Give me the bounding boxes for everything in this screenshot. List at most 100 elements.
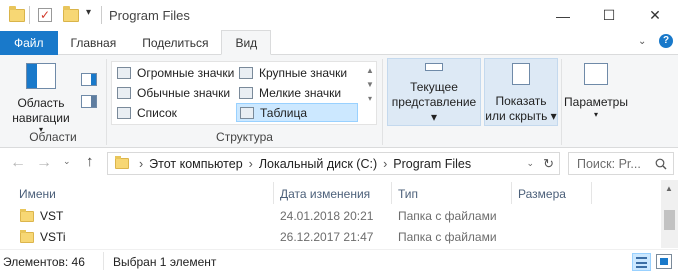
- folder-icon: [9, 6, 25, 22]
- close-button[interactable]: ✕: [632, 0, 678, 31]
- preview-pane-icon[interactable]: [81, 73, 97, 86]
- show-hide-button[interactable]: Показать или скрыть ▾: [484, 58, 558, 126]
- forward-icon[interactable]: →: [36, 154, 52, 172]
- current-view-button[interactable]: Текущее представление ▾: [387, 58, 481, 126]
- breadcrumb-this-pc[interactable]: Этот компьютер: [149, 157, 242, 171]
- breadcrumb-separator-icon: ›: [383, 156, 388, 171]
- minimize-button[interactable]: —: [540, 0, 586, 31]
- address-dropdown-icon[interactable]: ⌄: [526, 158, 534, 169]
- search-input[interactable]: Поиск: Pr...: [568, 152, 674, 175]
- window-title: Program Files: [109, 8, 190, 23]
- layout-extra-large-icons[interactable]: Огромные значки: [114, 63, 237, 82]
- medium-icons-icon: [117, 86, 131, 99]
- tab-share[interactable]: Поделиться: [129, 31, 221, 55]
- column-divider[interactable]: [391, 182, 392, 204]
- title-bar: ✓ ▾ Program Files — ☐ ✕: [0, 0, 678, 31]
- ribbon: Область навигации ▾ Области Огромные зна…: [0, 55, 678, 148]
- current-view-label: Текущее: [410, 80, 458, 94]
- divider: [561, 59, 562, 145]
- layout-details[interactable]: Таблица: [236, 103, 358, 122]
- up-icon[interactable]: ↑: [86, 153, 94, 170]
- details-pane-icon[interactable]: [81, 95, 97, 108]
- navigation-pane-button[interactable]: Область навигации ▾: [5, 63, 77, 134]
- show-hide-label: Показать: [495, 94, 547, 108]
- scrollbar-thumb[interactable]: [664, 210, 675, 230]
- extra-large-icons-icon: [117, 66, 131, 79]
- maximize-button[interactable]: ☐: [586, 0, 632, 31]
- layout-small-icons[interactable]: Мелкие значки: [236, 83, 344, 102]
- tab-file[interactable]: Файл: [0, 30, 58, 55]
- details-view-icon[interactable]: [632, 253, 651, 271]
- search-icon[interactable]: [655, 158, 667, 170]
- file-type: Папка с файлами: [398, 209, 497, 223]
- layout-label: Список: [137, 105, 177, 120]
- column-header-date[interactable]: Дата изменения: [280, 187, 370, 201]
- breadcrumb-separator-icon: ›: [248, 156, 253, 171]
- breadcrumb-separator-icon: ›: [139, 156, 144, 171]
- address-bar[interactable]: › Этот компьютер › Локальный диск (C:) ›…: [107, 152, 560, 175]
- dropdown-arrow-icon: ▾: [593, 110, 598, 119]
- column-divider[interactable]: [511, 182, 512, 204]
- back-icon[interactable]: ←: [10, 154, 26, 172]
- layout-label: Мелкие значки: [259, 85, 342, 100]
- large-icons-view-icon[interactable]: [656, 254, 672, 269]
- group-label-panes: Области: [29, 130, 77, 144]
- new-folder-icon[interactable]: [63, 6, 79, 22]
- options-icon: [584, 63, 608, 85]
- layout-gallery: Огромные значки Крупные значки Обычные з…: [111, 61, 377, 125]
- list-icon: [117, 106, 131, 119]
- show-hide-text: или скрыть: [485, 109, 548, 123]
- file-name: VST: [40, 209, 64, 223]
- column-header-type[interactable]: Тип: [398, 187, 418, 201]
- column-divider[interactable]: [591, 182, 592, 204]
- divider: [382, 59, 383, 145]
- file-date: 26.12.2017 21:47: [280, 230, 374, 244]
- breadcrumb-program-files[interactable]: Program Files: [393, 157, 471, 171]
- file-list: Имени Дата изменения Тип Размера VST 24.…: [0, 180, 678, 248]
- refresh-icon[interactable]: ↻: [543, 156, 554, 172]
- selection-count: Выбран 1 элемент: [113, 255, 217, 269]
- group-label-layout: Структура: [216, 130, 273, 144]
- folder-icon: [20, 230, 34, 243]
- item-count: Элементов: 46: [3, 255, 85, 269]
- layout-label: Таблица: [260, 105, 308, 120]
- collapse-ribbon-icon[interactable]: ⌄: [638, 36, 646, 47]
- show-hide-label-2: или скрыть ▾: [485, 109, 557, 123]
- divider: [29, 6, 30, 24]
- tab-view[interactable]: Вид: [221, 30, 272, 55]
- properties-icon[interactable]: ✓: [38, 8, 52, 22]
- file-name: VSTi: [40, 230, 66, 244]
- vertical-scrollbar[interactable]: ▲: [661, 180, 678, 248]
- large-icons-icon: [239, 66, 253, 79]
- current-view-icon: [425, 63, 443, 71]
- layout-medium-icons[interactable]: Обычные значки: [114, 83, 233, 102]
- quick-access-dropdown-icon[interactable]: ▾: [86, 7, 91, 18]
- scroll-up-icon[interactable]: ▲: [665, 184, 673, 193]
- layout-list[interactable]: Список: [114, 103, 180, 122]
- file-date: 24.01.2018 20:21: [280, 209, 374, 223]
- options-button[interactable]: Параметры ▾: [563, 62, 629, 120]
- layout-label: Огромные значки: [137, 65, 235, 80]
- layout-label: Крупные значки: [259, 65, 348, 80]
- status-bar: Элементов: 46 Выбран 1 элемент: [0, 249, 678, 273]
- show-hide-icon: [512, 63, 530, 85]
- options-label: Параметры: [564, 95, 628, 109]
- navigation-pane-icon: [26, 63, 56, 89]
- divider: [103, 252, 104, 270]
- file-type: Папка с файлами: [398, 230, 497, 244]
- column-divider[interactable]: [273, 182, 274, 204]
- table-row[interactable]: VST 24.01.2018 20:21 Папка с файлами: [0, 206, 660, 226]
- help-icon[interactable]: ?: [659, 34, 673, 48]
- column-header-name[interactable]: Имени: [19, 187, 56, 201]
- gallery-scroll[interactable]: ▲ ▼ ▾: [364, 64, 376, 106]
- tab-home[interactable]: Главная: [58, 31, 130, 55]
- column-header-size[interactable]: Размера: [518, 187, 566, 201]
- navigation-pane-label-2: навигации: [12, 111, 70, 125]
- folder-icon: [20, 209, 34, 222]
- recent-locations-icon[interactable]: ⌄: [63, 156, 71, 167]
- breadcrumb-local-disk[interactable]: Локальный диск (C:): [259, 157, 377, 171]
- navigation-pane-label: Область: [17, 96, 65, 110]
- details-icon: [240, 106, 254, 119]
- layout-large-icons[interactable]: Крупные значки: [236, 63, 350, 82]
- table-row[interactable]: VSTi 26.12.2017 21:47 Папка с файлами: [0, 227, 660, 247]
